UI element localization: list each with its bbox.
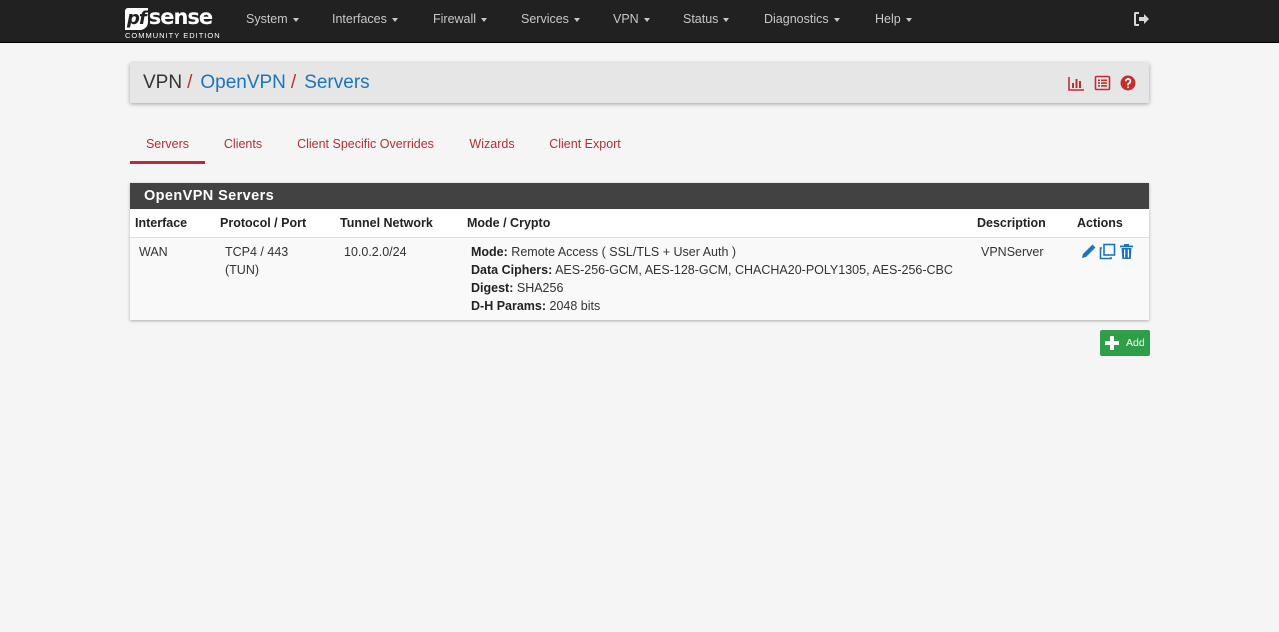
- panel-title: OpenVPN Servers: [130, 183, 1149, 209]
- column-header-tunnel-network: Tunnel Network: [340, 216, 433, 230]
- cell-protocol: TCP4 / 443: [225, 245, 289, 259]
- tab-clients[interactable]: Clients: [218, 126, 268, 164]
- top-navbar: pf sense COMMUNITY EDITION System Interf…: [0, 0, 1279, 43]
- cell-digest: Digest: SHA256: [471, 281, 564, 295]
- nav-firewall[interactable]: Firewall: [433, 0, 488, 38]
- edit-pencil-icon[interactable]: [1080, 243, 1097, 260]
- cell-description: VPNServer: [981, 245, 1044, 259]
- tab-servers[interactable]: Servers: [130, 126, 205, 164]
- cell-mode: Mode: Remote Access ( SSL/TLS + User Aut…: [471, 245, 737, 259]
- caret-down-icon: [723, 17, 730, 22]
- logo-sense: sense: [148, 5, 213, 29]
- cell-tunnel-network: 10.0.2.0/24: [344, 245, 407, 259]
- nav-services[interactable]: Services: [521, 0, 580, 38]
- log-list-icon[interactable]: [1094, 75, 1111, 91]
- add-button-label: Add: [1126, 337, 1145, 349]
- caret-down-icon: [391, 17, 398, 22]
- nav-interfaces[interactable]: Interfaces: [332, 0, 398, 38]
- column-header-mode-crypto: Mode / Crypto: [467, 216, 551, 230]
- column-header-protocol-port: Protocol / Port: [220, 216, 307, 230]
- nav-help[interactable]: Help: [875, 0, 912, 38]
- add-server-button[interactable]: Add: [1100, 330, 1150, 356]
- caret-down-icon: [481, 17, 488, 22]
- nav-vpn[interactable]: VPN: [613, 0, 650, 38]
- caret-down-icon: [573, 17, 580, 22]
- breadcrumb-servers[interactable]: Servers: [304, 72, 369, 93]
- tab-client-specific-overrides[interactable]: Client Specific Overrides: [292, 126, 439, 164]
- column-header-interface: Interface: [135, 216, 188, 230]
- logout-icon[interactable]: [1133, 11, 1151, 27]
- tab-client-export[interactable]: Client Export: [545, 126, 625, 164]
- help-icon[interactable]: [1120, 75, 1137, 91]
- pfsense-logo[interactable]: pf sense COMMUNITY EDITION: [125, 2, 225, 42]
- tab-wizards[interactable]: Wizards: [464, 126, 520, 164]
- row-actions: [1080, 243, 1135, 260]
- nav-system[interactable]: System: [246, 0, 299, 38]
- openvpn-servers-panel: OpenVPN Servers Interface Protocol / Por…: [130, 183, 1149, 320]
- column-header-description: Description: [977, 216, 1046, 230]
- caret-down-icon: [833, 17, 840, 22]
- column-header-actions: Actions: [1077, 216, 1123, 230]
- logo-edition: COMMUNITY EDITION: [125, 31, 221, 40]
- breadcrumb-separator: /: [290, 72, 297, 93]
- nav-diagnostics[interactable]: Diagnostics: [764, 0, 840, 38]
- copy-icon[interactable]: [1099, 243, 1116, 260]
- caret-down-icon: [643, 17, 650, 22]
- breadcrumb-bar: VPN / OpenVPN / Servers: [130, 63, 1149, 103]
- breadcrumb: VPN / OpenVPN / Servers: [143, 63, 370, 103]
- nav-status[interactable]: Status: [683, 0, 730, 38]
- caret-down-icon: [292, 17, 299, 22]
- plus-icon: [1104, 335, 1120, 351]
- caret-down-icon: [905, 17, 912, 22]
- table-row: WAN TCP4 / 443 (TUN) 10.0.2.0/24 Mode: R…: [130, 238, 1149, 320]
- bar-chart-icon[interactable]: [1068, 75, 1085, 91]
- cell-dh-params: D-H Params: 2048 bits: [471, 299, 601, 313]
- breadcrumb-separator: /: [187, 72, 193, 93]
- breadcrumb-vpn: VPN: [143, 72, 183, 93]
- cell-data-ciphers: Data Ciphers: AES-256-GCM, AES-128-GCM, …: [471, 263, 953, 277]
- cell-interface: WAN: [139, 245, 168, 259]
- breadcrumb-openvpn[interactable]: OpenVPN: [200, 72, 286, 93]
- trash-icon[interactable]: [1118, 243, 1135, 260]
- cell-tunnel-type: (TUN): [225, 263, 260, 277]
- logo-pf: pf: [125, 8, 148, 30]
